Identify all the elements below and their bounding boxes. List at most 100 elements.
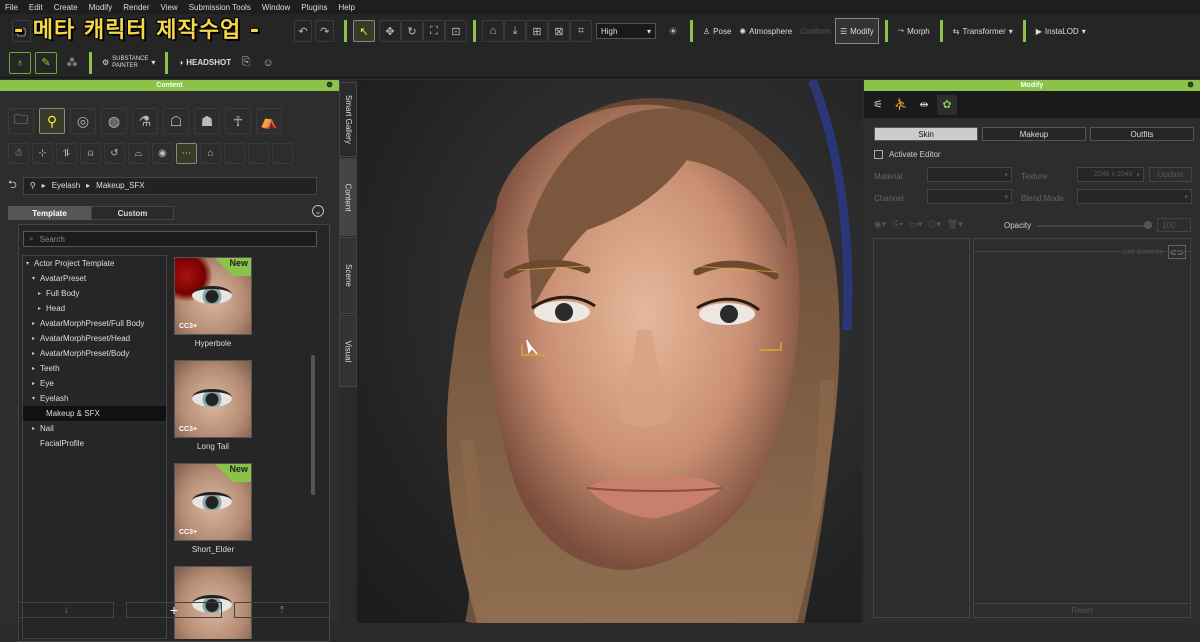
material-icon[interactable]: ◍	[101, 108, 127, 134]
stage-icon[interactable]: ⛺	[256, 108, 282, 134]
tree-item[interactable]: ▸ AvatarMorphPreset/Full Body	[23, 316, 166, 331]
tree-item[interactable]: ▸ AvatarMorphPreset/Head	[23, 331, 166, 346]
copy-icon[interactable]: ⎘▾	[892, 219, 903, 230]
head-icon[interactable]: ☺	[257, 52, 279, 74]
tree-item[interactable]: ▸ Eye	[23, 376, 166, 391]
download-button[interactable]: ↓	[18, 602, 114, 618]
select-tool-icon[interactable]: ↖	[353, 20, 375, 42]
tab-visual[interactable]: Visual	[339, 315, 357, 387]
breadcrumb-item[interactable]: Eyelash	[52, 181, 80, 190]
tree-item[interactable]: Makeup & SFX	[23, 406, 166, 421]
layer-list[interactable]	[873, 238, 970, 618]
empty-slot-icon[interactable]	[248, 143, 269, 164]
thumbnail-item[interactable]: New CC3+ Short_Elder	[171, 463, 316, 554]
expanded-arrow-icon[interactable]: ▾	[26, 260, 34, 267]
thumbnail-item[interactable]: CC3+ Long Tail	[171, 360, 316, 451]
person-icon[interactable]: ☃	[8, 143, 29, 164]
camera-icon[interactable]: ⌗	[570, 20, 592, 42]
menu-item-window[interactable]: Window	[262, 3, 290, 12]
tab-content[interactable]: Content	[339, 158, 357, 236]
collapsed-arrow-icon[interactable]: ▸	[38, 305, 46, 312]
teeth-icon[interactable]: ⌓	[128, 143, 149, 164]
sliders-icon[interactable]: ⚟	[868, 95, 888, 115]
tab-makeup[interactable]: Makeup	[982, 127, 1086, 141]
material-edit-icon[interactable]: ✿	[937, 94, 957, 115]
thumbnail-image[interactable]: CC3+	[174, 360, 252, 438]
rotate-tool-icon[interactable]: ↻	[401, 20, 423, 42]
motion-icon[interactable]: ⛹	[891, 95, 911, 115]
chevron-down-icon[interactable]: ⌄	[312, 205, 324, 217]
menu-item-plugins[interactable]: Plugins	[301, 3, 327, 12]
morph-button[interactable]: ⤳ Morph	[894, 18, 934, 44]
copy-icon[interactable]: ⎘	[235, 52, 257, 74]
expanded-arrow-icon[interactable]: ▾	[32, 275, 40, 282]
collapsed-arrow-icon[interactable]: ▸	[32, 350, 40, 357]
delete-icon[interactable]: 🗑▾	[947, 219, 963, 230]
hair-icon[interactable]: ◎	[70, 108, 96, 134]
update-button[interactable]: Update	[1149, 167, 1192, 182]
frame-icon[interactable]: ⊠	[548, 20, 570, 42]
collapsed-arrow-icon[interactable]: ▸	[32, 380, 40, 387]
opacity-field[interactable]: 100	[1157, 218, 1191, 232]
thumbnail-item[interactable]: New CC3+ Hyperbole	[171, 255, 316, 348]
clothing-icon[interactable]: ☗	[194, 108, 220, 134]
3d-viewport[interactable]	[357, 80, 862, 623]
tree-item[interactable]: ▸ Full Body	[23, 286, 166, 301]
fit-view-icon[interactable]: ⊞	[526, 20, 548, 42]
menu-item-create[interactable]: Create	[54, 3, 78, 12]
download-icon[interactable]: ⤓	[504, 20, 526, 42]
head-shape-icon[interactable]: ⍝	[80, 143, 101, 164]
thumbnail-scrollbar[interactable]	[311, 355, 315, 495]
blend-mode-dropdown[interactable]	[1077, 189, 1192, 204]
tab-outfits[interactable]: Outfits	[1090, 127, 1194, 141]
close-icon[interactable]: ⊗	[1187, 80, 1194, 89]
empty-slot-icon[interactable]	[224, 143, 245, 164]
body-morph-icon[interactable]: ⊹	[32, 143, 53, 164]
instalod-button[interactable]: ▶ InstaLOD ▾	[1032, 18, 1090, 44]
morph-slider-icon[interactable]: ⇹	[914, 95, 934, 115]
activate-editor-checkbox[interactable]	[874, 150, 883, 159]
redo-icon[interactable]: ↷	[315, 20, 335, 42]
menu-item-render[interactable]: Render	[123, 3, 149, 12]
tab-skin[interactable]: Skin	[874, 127, 978, 141]
fill-icon[interactable]: ⬡▾	[928, 219, 940, 230]
menu-item-file[interactable]: File	[5, 3, 18, 12]
search-input[interactable]: ⌕ Search	[23, 231, 317, 247]
eyelash-icon[interactable]: ⋯	[176, 143, 197, 164]
figure-icon[interactable]: ☥	[225, 108, 251, 134]
tree-item[interactable]: FacialProfile	[23, 436, 166, 451]
undo-icon[interactable]: ↶	[293, 20, 313, 42]
character-icon[interactable]: ♁	[9, 51, 31, 74]
channel-dropdown[interactable]	[927, 189, 1012, 204]
body-icon[interactable]: ☖	[163, 108, 189, 134]
expanded-arrow-icon[interactable]: ▾	[32, 395, 40, 402]
edit-mesh-icon[interactable]: ✎	[35, 51, 57, 74]
tab-smart-gallery[interactable]: Smart Gallery	[339, 82, 357, 157]
opacity-slider[interactable]	[1037, 225, 1147, 227]
muscle-icon[interactable]: ⥮	[56, 143, 77, 164]
eye-icon[interactable]: ◉	[152, 143, 173, 164]
apply-button[interactable]: ⤒	[234, 602, 330, 618]
menu-item-view[interactable]: View	[161, 3, 178, 12]
texture-size-dropdown[interactable]: 2048 x 2048	[1077, 167, 1144, 182]
group-icon[interactable]: ⁂	[61, 52, 83, 74]
move-tool-icon[interactable]: ✥	[379, 20, 401, 42]
menu-item-modify[interactable]: Modify	[89, 3, 113, 12]
tab-template[interactable]: Template	[8, 206, 91, 220]
pose-button[interactable]: ♙ Pose	[699, 18, 735, 44]
sun-light-icon[interactable]: ☀	[662, 20, 684, 42]
home-camera-icon[interactable]: ⌂	[482, 20, 504, 42]
tree-item[interactable]: ▸ Nail	[23, 421, 166, 436]
link-controls-icon[interactable]: ⊂⊃	[1168, 245, 1186, 259]
character-category-icon[interactable]: ⚲	[39, 108, 65, 134]
menu-item-edit[interactable]: Edit	[29, 3, 43, 12]
empty-slot-icon[interactable]	[272, 143, 293, 164]
collapsed-arrow-icon[interactable]: ▸	[32, 365, 40, 372]
modify-button[interactable]: ☰ Modify	[834, 18, 879, 44]
tree-item[interactable]: ▾ AvatarPreset	[23, 271, 166, 286]
tree-item[interactable]: ▾ Actor Project Template	[23, 256, 166, 271]
collapsed-arrow-icon[interactable]: ▸	[32, 425, 40, 432]
collapsed-arrow-icon[interactable]: ▸	[38, 290, 46, 297]
menu-item-submission-tools[interactable]: Submission Tools	[189, 3, 251, 12]
collapsed-arrow-icon[interactable]: ▸	[32, 335, 40, 342]
